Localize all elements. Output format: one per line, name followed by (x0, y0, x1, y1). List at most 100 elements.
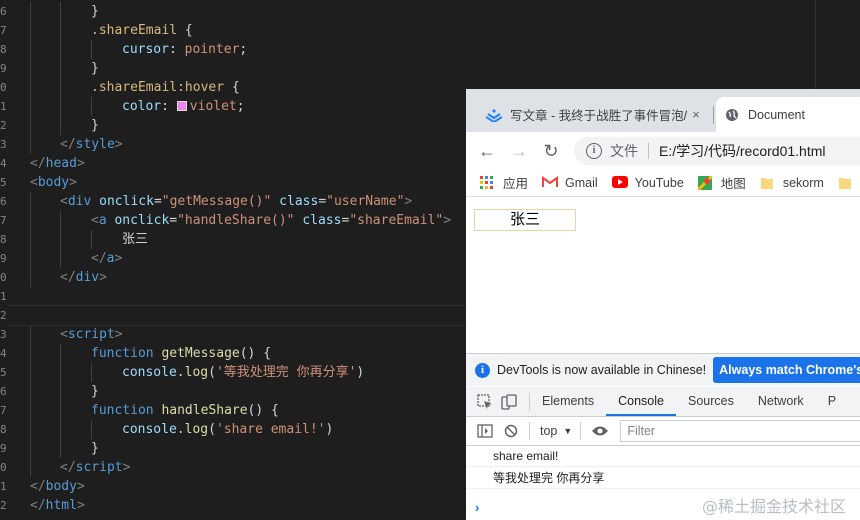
code-token: </ (60, 270, 76, 285)
tab-document[interactable]: Document (716, 97, 860, 132)
url-text[interactable]: E:/学习/代码/record01.html (659, 141, 826, 161)
youtube-icon (611, 175, 628, 190)
code-token: "getMessage()" (161, 194, 272, 209)
code-line: </style> (60, 135, 123, 154)
code-token: ) (325, 422, 334, 437)
code-token: > (69, 175, 77, 190)
bookmark-apps[interactable]: 应用 (480, 173, 528, 192)
line-number: 1 (0, 290, 7, 303)
indent-guide (60, 40, 61, 59)
context-selector[interactable]: top ▼ (540, 424, 572, 438)
inspect-element-icon[interactable] (475, 392, 495, 412)
dropdown-arrow-icon: ▼ (563, 426, 573, 436)
always-match-button[interactable]: Always match Chrome's (713, 357, 860, 383)
line-number: 0 (0, 271, 7, 284)
code-token: div (75, 270, 100, 285)
indent-guide (60, 59, 61, 78)
console-prompt[interactable]: › (475, 500, 479, 515)
line-number: 6 (0, 195, 7, 208)
tab-elements[interactable]: Elements (530, 387, 606, 416)
tab-performance[interactable]: P (816, 387, 848, 416)
bookmark-label: sekorm (782, 175, 824, 190)
eye-icon[interactable] (590, 421, 610, 441)
bookmark-label: YouTube (634, 175, 684, 190)
indent-guide (30, 192, 31, 211)
code-token: ( (208, 422, 216, 437)
reload-button[interactable]: ↻ (540, 140, 562, 162)
filter-input[interactable]: Filter (620, 420, 860, 442)
code-token: . (176, 365, 185, 380)
back-button[interactable]: ← (476, 140, 498, 162)
indent-guide (60, 116, 61, 135)
code-token: > (404, 194, 413, 209)
indent-guide (60, 344, 61, 363)
bookmark-folder[interactable] (838, 176, 860, 190)
bookmark-maps[interactable]: 地图 (696, 173, 746, 192)
line-number: 7 (0, 214, 7, 227)
code-token: function (91, 403, 154, 418)
tab-network[interactable]: Network (746, 387, 816, 416)
indent-guide (91, 40, 92, 59)
code-token: .shareEmail:hover (91, 80, 225, 95)
indent-guide (30, 135, 31, 154)
indent-guide (30, 230, 31, 249)
code-token: } (91, 441, 99, 456)
code-token: cursor (122, 42, 169, 57)
user-name-box[interactable]: 张三 (474, 209, 576, 231)
code-token: </ (30, 479, 46, 494)
editor-ruler (815, 0, 816, 90)
code-token: : (161, 99, 177, 114)
code-token: 'share email!' (215, 422, 326, 437)
line-number: 0 (0, 81, 7, 94)
code-token: > (114, 251, 123, 266)
code-token: { (177, 23, 193, 38)
indent-guide (30, 458, 31, 477)
code-line: function getMessage() { (91, 344, 271, 363)
code-token: = (169, 213, 178, 228)
code-line: function handleShare() { (91, 401, 279, 420)
indent-guide (30, 439, 31, 458)
bookmark-gmail[interactable]: Gmail (542, 176, 598, 190)
code-token: </ (60, 460, 76, 475)
close-tab-icon[interactable]: × (688, 107, 704, 122)
share-email-link[interactable]: 张三 (510, 211, 540, 228)
indent-guide (60, 382, 61, 401)
code-token: function (91, 346, 154, 361)
device-toolbar-icon[interactable] (499, 392, 519, 412)
code-token: body (45, 479, 77, 494)
forward-button[interactable]: → (508, 140, 530, 162)
info-icon[interactable]: i (586, 143, 602, 159)
code-token: > (76, 156, 85, 171)
bookmark-sekorm[interactable]: sekorm (760, 176, 824, 190)
indent-guide (30, 268, 31, 287)
line-number: 9 (0, 442, 7, 455)
sidebar-toggle-icon[interactable] (475, 421, 495, 441)
indent-guide (30, 420, 31, 439)
tab-console[interactable]: Console (606, 387, 676, 416)
context-label: top (540, 424, 558, 438)
code-token: > (76, 498, 85, 513)
indent-guide (60, 439, 61, 458)
indent-guide (30, 363, 31, 382)
bookmark-youtube[interactable]: YouTube (611, 175, 684, 190)
tab-sources[interactable]: Sources (676, 387, 746, 416)
clear-console-icon[interactable] (501, 421, 521, 441)
line-number: 3 (0, 138, 7, 151)
address-bar[interactable]: i 文件 E:/学习/代码/record01.html (574, 137, 860, 165)
omnibox-divider (648, 143, 649, 159)
code-line: console.log('等我处理完 你再分享') (122, 363, 364, 382)
line-number: 9 (0, 62, 7, 75)
code-token: } (91, 384, 99, 399)
code-token: } (91, 118, 99, 133)
code-token: "handleShare()" (177, 213, 295, 228)
code-token: class (302, 213, 342, 228)
info-icon: i (475, 362, 490, 378)
indent-guide (60, 363, 61, 382)
code-line: console.log('share email!') (122, 420, 333, 439)
line-number: 5 (0, 366, 7, 379)
code-token: > (99, 270, 107, 285)
tab-write-article[interactable]: 写文章 - 我终于战胜了事件冒泡/ × (478, 97, 712, 132)
code-token: </ (60, 137, 76, 152)
code-token: </ (30, 156, 46, 171)
